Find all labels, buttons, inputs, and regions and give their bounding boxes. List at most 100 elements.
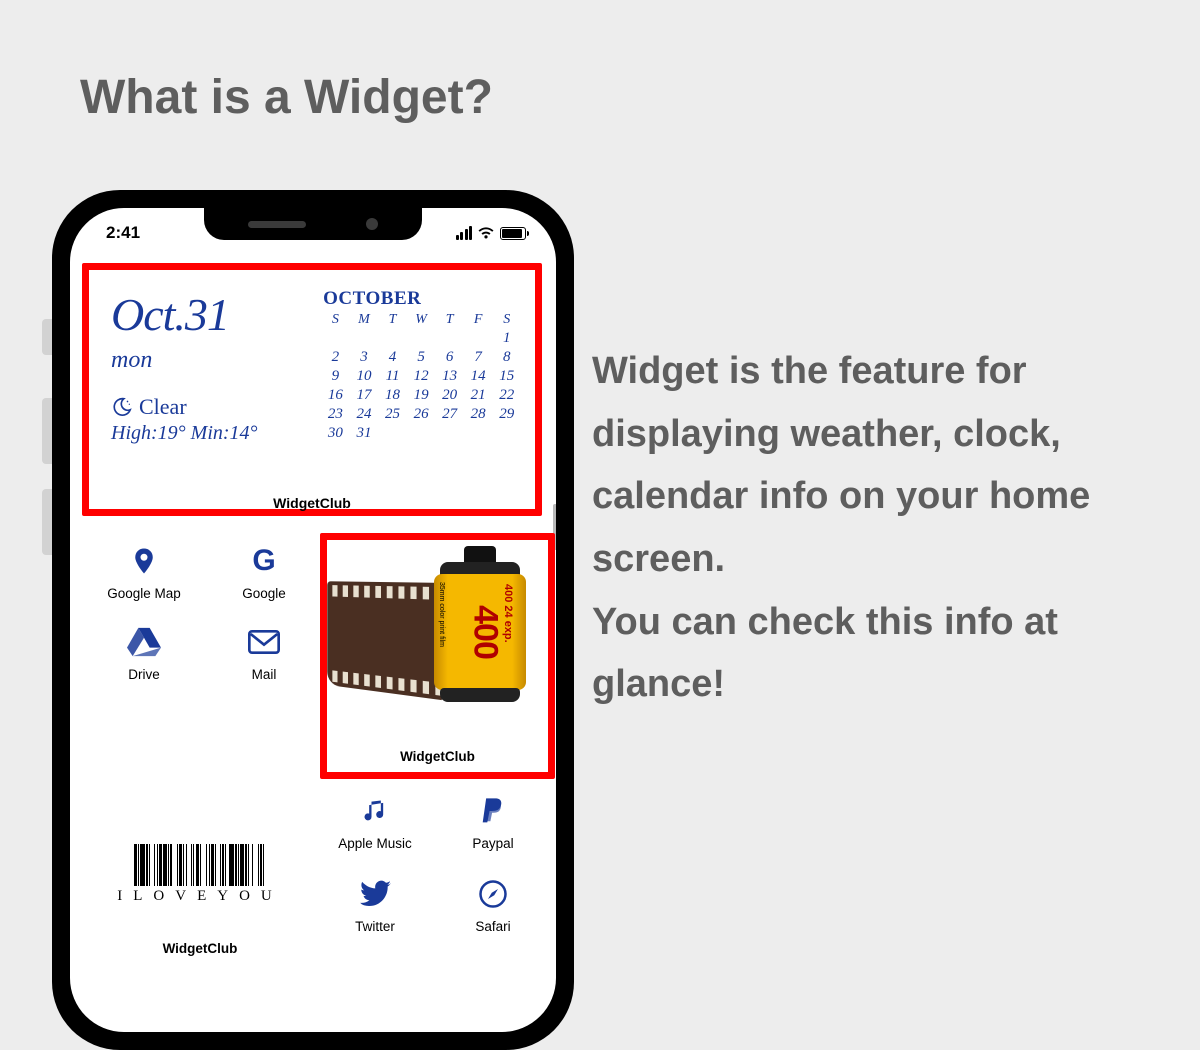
film-type-label: 35mm color print film [438,582,445,647]
calendar-day-cell [466,330,491,347]
calendar-day-cell: 25 [380,406,405,423]
widget-label: WidgetClub [90,941,310,956]
calendar-day-cell [466,425,491,442]
calendar-widget[interactable]: Oct.31 mon Clear High:19° Min:14° OCTOBE… [82,263,542,516]
drive-icon [125,623,163,661]
app-label: Safari [475,919,510,934]
calendar-day-cell [437,425,462,442]
description-text: Widget is the feature for displaying wea… [592,340,1152,716]
phone-screen: 2:41 Oct.31 mon [70,208,556,1032]
app-label: Apple Music [338,836,412,851]
calendar-day-cell [380,330,405,347]
calendar-day-cell: 18 [380,387,405,404]
calendar-day-cell: 28 [466,406,491,423]
calendar-month: OCTOBER [323,288,519,310]
app-apple-music[interactable]: Apple Music [320,792,430,851]
barcode-icon [90,844,310,886]
app-google[interactable]: G Google [208,542,320,601]
page-title: What is a Widget? [80,70,493,125]
calendar-day-cell [409,330,434,347]
calendar-day-cell [323,330,348,347]
phone-side-button [42,319,52,355]
wifi-icon [477,226,495,240]
calendar-day-cell: 13 [437,368,462,385]
calendar-grid: SMTWTFS123456789101112131415161718192021… [323,312,519,442]
app-label: Drive [128,667,160,682]
status-bar: 2:41 [70,218,556,248]
barcode-widget[interactable]: ILOVEYOU WidgetClub [90,844,310,922]
calendar-day-cell [409,425,434,442]
app-paypal[interactable]: Paypal [438,792,548,851]
phone-frame: 2:41 Oct.31 mon [52,190,574,1050]
calendar-day-cell: 20 [437,387,462,404]
calendar-day-cell: 12 [409,368,434,385]
app-grid: Google Map G Google Drive Mail [88,542,312,682]
widget-label: WidgetClub [327,749,548,764]
calendar-day-cell: 26 [409,406,434,423]
phone-volume-down-button [42,489,52,555]
battery-icon [500,227,526,240]
app-twitter[interactable]: Twitter [320,875,430,934]
calendar-day-cell [352,330,377,347]
calendar-day-cell: 30 [323,425,348,442]
calendar-day-cell: 27 [437,406,462,423]
calendar-day-cell: 14 [466,368,491,385]
moon-icon [111,396,133,418]
calendar-day-cell: 4 [380,349,405,366]
calendar-dow: W [409,312,434,328]
app-label: Mail [252,667,277,682]
status-time: 2:41 [106,223,140,243]
film-iso-label: 400 [465,605,504,659]
paypal-icon [474,792,512,830]
safari-icon [474,875,512,913]
calendar-day-cell: 19 [409,387,434,404]
app-google-map[interactable]: Google Map [88,542,200,601]
phone-volume-up-button [42,398,52,464]
signal-icon [456,226,473,240]
calendar-day-cell: 8 [494,349,519,366]
calendar-day-cell: 29 [494,406,519,423]
calendar-day-cell: 9 [323,368,348,385]
calendar-day-cell: 15 [494,368,519,385]
calendar-day-cell: 21 [466,387,491,404]
pin-icon [125,542,163,580]
app-label: Google [242,586,286,601]
app-label: Google Map [107,586,181,601]
app-drive[interactable]: Drive [88,623,200,682]
barcode-text: ILOVEYOU [90,888,310,905]
twitter-icon [356,875,394,913]
calendar-day-cell: 10 [352,368,377,385]
app-safari[interactable]: Safari [438,875,548,934]
calendar-day-cell: 24 [352,406,377,423]
app-label: Twitter [355,919,395,934]
film-strip-icon [327,581,442,700]
calendar-day-cell: 23 [323,406,348,423]
calendar-weather: Clear [111,394,323,420]
mail-icon [245,623,283,661]
calendar-day-cell: 6 [437,349,462,366]
calendar-dow: T [437,312,462,328]
calendar-day-cell: 31 [352,425,377,442]
calendar-day-cell: 2 [323,349,348,366]
calendar-date: Oct.31 [111,288,323,341]
weather-text: Clear [139,394,187,420]
G-icon: G [245,542,283,580]
app-grid-bottom: Apple Music Paypal Twitter Safari [320,792,548,934]
calendar-day-cell [437,330,462,347]
calendar-day-cell [380,425,405,442]
film-canister-icon: 35mm color print film 400 400 24 exp. [434,552,526,702]
calendar-day-cell: 1 [494,330,519,347]
calendar-day-cell: 11 [380,368,405,385]
film-widget[interactable]: 35mm color print film 400 400 24 exp. Wi… [320,533,555,779]
calendar-day: mon [111,347,323,374]
calendar-day-cell: 7 [466,349,491,366]
calendar-dow: S [494,312,519,328]
calendar-day-cell: 16 [323,387,348,404]
widget-label: WidgetClub [89,495,535,511]
calendar-day-cell [494,425,519,442]
calendar-dow: M [352,312,377,328]
app-mail[interactable]: Mail [208,623,320,682]
calendar-dow: F [466,312,491,328]
music-icon [356,792,394,830]
calendar-day-cell: 22 [494,387,519,404]
